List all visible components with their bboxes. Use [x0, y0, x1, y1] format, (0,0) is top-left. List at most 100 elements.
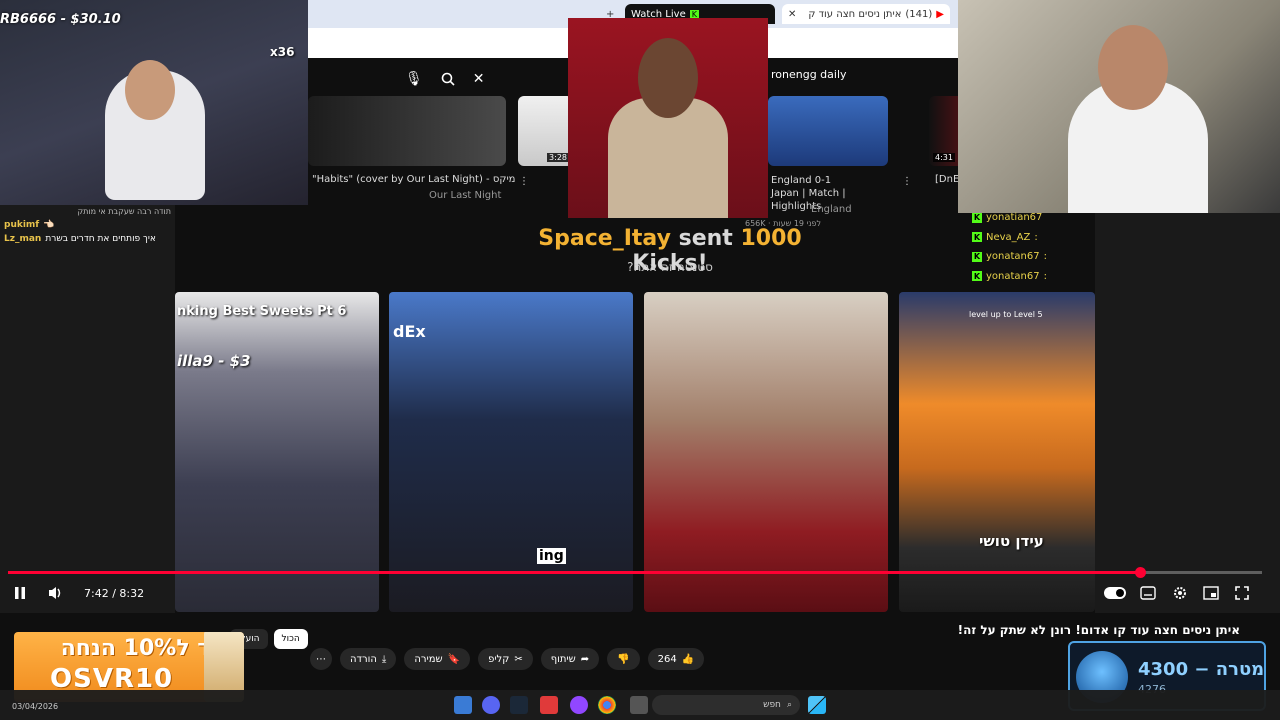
settings-button[interactable] [1172, 583, 1188, 603]
gear-icon [1174, 587, 1186, 599]
donation-message: סטנטה זה אתה? [627, 260, 713, 274]
chat-user: Lz_man [4, 234, 42, 244]
short-card[interactable]: dEx ing [389, 292, 633, 612]
taskbar-search-label: חפש [763, 700, 781, 710]
pause-button[interactable] [12, 583, 28, 603]
mic-icon[interactable]: 🎙 [405, 71, 423, 87]
video-thumbnail[interactable] [308, 96, 506, 166]
volume-icon [49, 587, 61, 599]
video-title: איתן ניסים חצה עוד קו אדום! רונן לא שתק … [957, 623, 1240, 637]
save-label: שמירה [414, 653, 443, 665]
clip-button[interactable]: קליפ ✂ [478, 648, 533, 670]
short-overlay-text: nking Best Sweets Pt 6 [177, 304, 347, 319]
guest-head [1098, 25, 1168, 110]
short-card[interactable]: nking Best Sweets Pt 6 illa9 - $3 [175, 292, 379, 612]
short-overlay-subtext: illa9 - $3 [177, 352, 251, 370]
short-overlay-text: עידן טושי [979, 532, 1044, 550]
subtitles-button[interactable] [1140, 583, 1156, 603]
fullscreen-icon [1235, 586, 1249, 600]
discord-icon[interactable] [482, 696, 500, 714]
video-thumbnail[interactable]: 3:28 [518, 96, 573, 166]
short-card[interactable]: level up to Level 5 עידן טושי [899, 292, 1095, 612]
goal-value: 4300 [1138, 659, 1189, 680]
chip-all[interactable]: הכול [273, 629, 308, 649]
chat-text: איך פותחים את חדרים בשרת [45, 234, 156, 244]
more-options-icon[interactable]: ⋮ [902, 176, 912, 187]
kick-badge-icon: K [972, 271, 982, 282]
tab-close-icon[interactable]: ✕ [788, 9, 796, 20]
kick-badge-icon: K [972, 212, 982, 223]
youtube-favicon-icon: ▶ [936, 8, 944, 20]
bookmark-icon: 🔖 [447, 653, 461, 665]
video-title[interactable]: "Habits" (cover by Our Last Night) - מיק… [312, 174, 515, 185]
stream-screen: + Watch Live K ▶ (141) איתן ניסים חצה עו… [0, 0, 1280, 720]
video-title[interactable]: [DnE [935, 174, 959, 185]
chat-text: : [1043, 270, 1047, 282]
like-button[interactable]: 264 👍 [647, 648, 705, 670]
chat-message: Kyonatan67: [972, 247, 1092, 267]
tab-youtube-video[interactable]: ▶ (141) איתן ניסים חצה עוד ק ✕ [782, 4, 950, 24]
download-button[interactable]: הורדה ⤓ [340, 648, 397, 670]
chat-user: yonatian67 [986, 212, 1043, 224]
video-duration: 3:28 [547, 153, 569, 162]
chat-message: Lz_man איך פותחים את חדרים בשרת [0, 232, 175, 246]
app-icon[interactable] [540, 696, 558, 714]
more-options-icon[interactable]: ⋮ [519, 176, 529, 187]
progress-bar[interactable] [8, 567, 1262, 578]
short-overlay-subtext: ing [537, 548, 566, 564]
dislike-button[interactable]: 👎 [607, 648, 640, 670]
kick-badge-icon: K [972, 251, 982, 262]
window-icon[interactable] [630, 696, 648, 714]
time-display: 7:42 / 8:32 [84, 586, 145, 600]
chrome-icon[interactable] [598, 696, 616, 714]
calculator-icon[interactable] [454, 696, 472, 714]
steam-icon[interactable] [510, 696, 528, 714]
pause-icon [15, 587, 25, 599]
chat-message: Kyonatan67: [972, 267, 1092, 287]
donation-ticker: RB6666 - $30.10 [0, 12, 121, 27]
reaction-image [568, 18, 768, 218]
fullscreen-button[interactable] [1235, 583, 1249, 603]
chat-text: : [1043, 251, 1047, 263]
volume-button[interactable] [47, 583, 65, 603]
tab-count: (141) [905, 8, 933, 20]
save-button[interactable]: שמירה 🔖 [404, 648, 471, 670]
windows-start-icon[interactable] [808, 696, 826, 714]
donor-name: Space_Itay [538, 226, 671, 251]
chat-user: Neva_AZ [986, 231, 1031, 243]
share-button[interactable]: שיתוף ➦ [540, 648, 600, 670]
windows-taskbar: 03/04/2026 חפש ⌕ [0, 690, 1280, 720]
like-count: 264 [657, 653, 677, 665]
taskbar-date: 03/04/2026 [12, 702, 59, 711]
chat-left: תודה רבה שעקבת אי מותק pukimf 👈🏻 Lz_man … [0, 205, 175, 265]
chat-text: 👈🏻 [43, 220, 55, 230]
miniplayer-button[interactable] [1203, 583, 1219, 603]
cam-badge: x36 [270, 45, 295, 59]
streamer-webcam: x36 [0, 0, 308, 205]
short-overlay-text: dEx [393, 322, 426, 341]
search-icon[interactable] [441, 72, 455, 86]
search-query-chip[interactable]: ronengg daily [771, 68, 847, 90]
video-channel[interactable]: Our Last Night [429, 190, 501, 201]
video-thumbnail[interactable] [768, 96, 888, 166]
autoplay-toggle[interactable] [1104, 583, 1128, 603]
chat-message: Kyonatian67 [972, 208, 1092, 228]
clip-label: קליפ [488, 653, 510, 665]
guest-webcam [958, 0, 1280, 213]
chat-user: pukimf [4, 220, 40, 230]
short-card[interactable] [644, 292, 888, 612]
thumbs-up-icon: 👍 [681, 653, 695, 665]
obs-icon[interactable] [570, 696, 588, 714]
chat-user: yonatan67 [986, 251, 1040, 263]
subtitles-icon [1140, 586, 1156, 600]
more-actions-button[interactable]: ⋯ [310, 648, 332, 670]
chat-text: : [1034, 231, 1038, 243]
goal-headline: 4300 − מטרה [1138, 659, 1265, 680]
kick-badge-icon: K [972, 232, 982, 243]
progress-scrubber[interactable] [1135, 567, 1147, 578]
download-icon: ⤓ [381, 653, 387, 665]
taskbar-search[interactable]: חפש ⌕ [652, 695, 800, 715]
video-channel[interactable]: England [811, 204, 852, 215]
clear-search-icon[interactable]: ✕ [473, 71, 485, 87]
share-label: שיתוף [550, 653, 576, 665]
